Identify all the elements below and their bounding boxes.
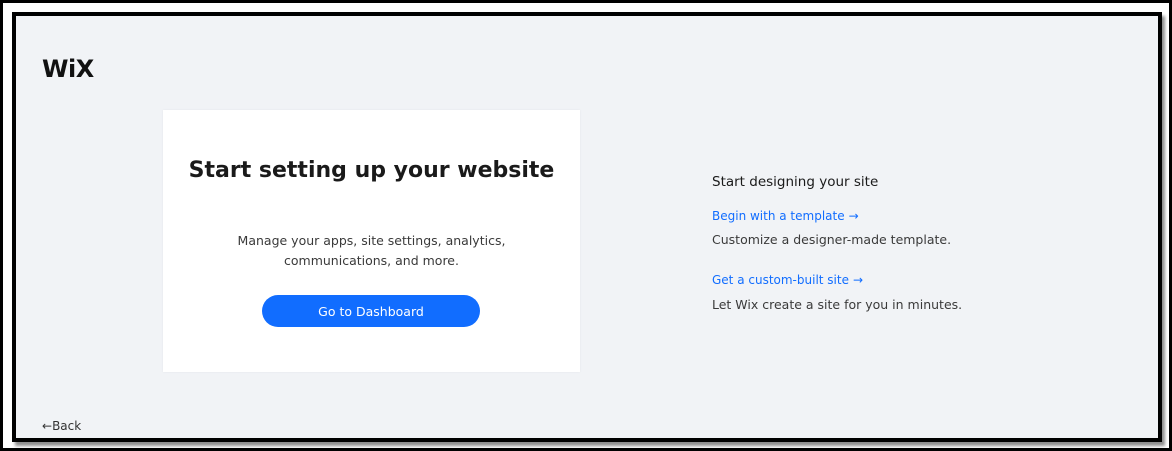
card-description: Manage your apps, site settings, analyti…	[237, 233, 506, 268]
custom-built-site-label: Get a custom-built site	[712, 273, 849, 287]
design-section-heading: Start designing your site	[712, 174, 879, 190]
arrow-right-icon: →	[848, 209, 859, 223]
arrow-right-icon: →	[852, 273, 864, 287]
card-title: Start setting up your website	[188, 158, 555, 183]
begin-with-template-label: Begin with a template	[712, 209, 845, 223]
arrow-left-icon: ←	[42, 419, 53, 433]
page-viewport: WiX Start setting up your website Manage…	[12, 12, 1162, 442]
back-link[interactable]: ←Back	[42, 419, 81, 433]
go-to-dashboard-button[interactable]: Go to Dashboard	[262, 295, 480, 327]
template-description: Customize a designer-made template.	[712, 232, 952, 247]
custom-site-description: Let Wix create a site for you in minutes…	[712, 297, 963, 312]
wix-logo: WiX	[42, 55, 94, 83]
begin-with-template-link[interactable]: Begin with a template →	[712, 209, 859, 223]
screenshot-outer-frame: WiX Start setting up your website Manage…	[0, 0, 1172, 451]
back-label: Back	[52, 419, 82, 433]
custom-built-site-link[interactable]: Get a custom-built site →	[712, 273, 863, 287]
dashboard-card: Start setting up your website Manage you…	[163, 110, 580, 372]
